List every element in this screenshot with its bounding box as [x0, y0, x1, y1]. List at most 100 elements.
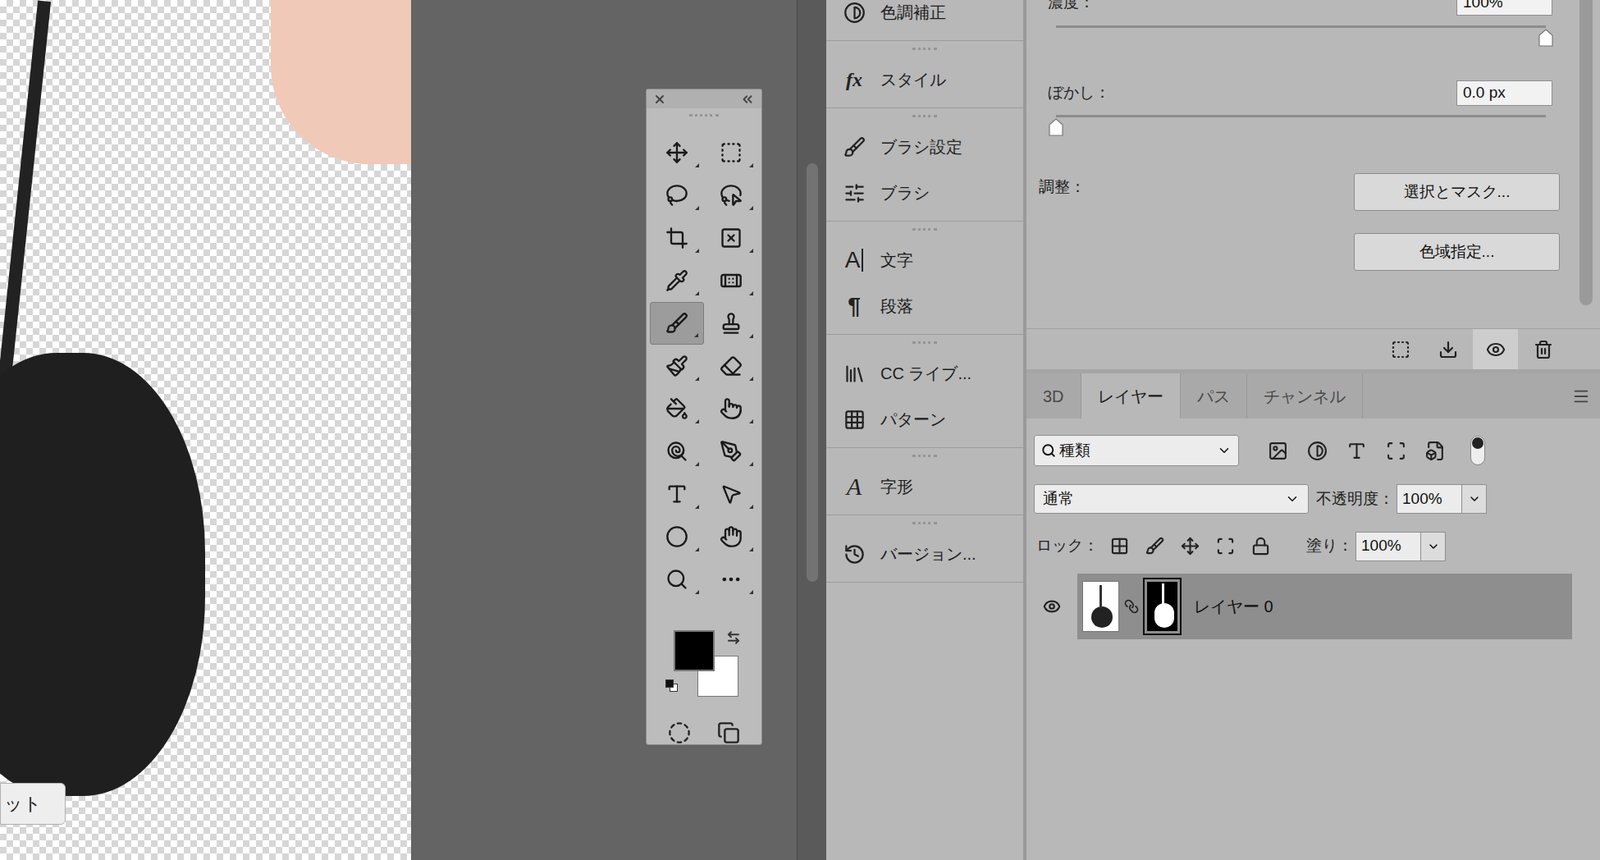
panel-tab[interactable]: レイヤー — [1081, 373, 1181, 419]
panel-label: パターン — [880, 406, 947, 432]
group-grip[interactable] — [826, 334, 1024, 351]
tools-grip[interactable] — [646, 108, 762, 122]
lock-artboard-icon[interactable] — [1216, 536, 1235, 556]
panel-label: ブラシ設定 — [880, 134, 963, 160]
slider-thumb-icon[interactable] — [1538, 28, 1554, 47]
scroll-thumb[interactable] — [806, 163, 819, 582]
footer-button[interactable] — [1472, 329, 1518, 371]
tool-button[interactable] — [649, 173, 704, 217]
tool-button[interactable] — [649, 515, 704, 558]
tool-button[interactable] — [649, 216, 704, 260]
tool-button[interactable] — [704, 301, 759, 345]
tool-button[interactable] — [704, 216, 759, 260]
footer-button[interactable] — [1377, 329, 1423, 371]
scroll-thumb[interactable] — [1579, 0, 1593, 306]
panel-item[interactable]: CC ライブ... — [826, 350, 1024, 397]
photo[interactable]: ット — [0, 0, 412, 860]
footer-button[interactable] — [1425, 329, 1471, 371]
tool-button[interactable] — [704, 387, 759, 430]
swap-colors-icon[interactable] — [726, 630, 741, 645]
default-colors-icon[interactable] — [665, 679, 679, 693]
more-icon — [719, 567, 743, 591]
close-icon[interactable] — [653, 92, 667, 106]
quick-mask-icon[interactable] — [667, 721, 691, 745]
adjustment-filter-icon[interactable] — [1307, 440, 1328, 462]
density-field[interactable]: 100% — [1456, 0, 1553, 16]
feather-slider[interactable] — [1056, 114, 1546, 118]
tool-button[interactable] — [649, 131, 704, 174]
screen-mode-icon[interactable] — [717, 721, 741, 745]
link-icon[interactable] — [1124, 598, 1139, 614]
density-slider[interactable] — [1056, 25, 1546, 28]
stamp-icon — [719, 311, 743, 335]
visibility-icon[interactable] — [1042, 597, 1061, 616]
tool-button[interactable] — [649, 301, 704, 345]
fill-field[interactable]: 100% — [1355, 531, 1446, 562]
group-grip[interactable] — [826, 108, 1024, 124]
tool-button[interactable] — [704, 557, 759, 601]
panel-tab[interactable]: 3D — [1026, 373, 1082, 419]
layer-name[interactable]: レイヤー 0 — [1193, 594, 1274, 619]
panel-item[interactable]: バージョン... — [826, 530, 1024, 577]
opacity-field[interactable]: 100% — [1396, 484, 1487, 514]
tool-button[interactable] — [649, 557, 704, 601]
filter-dropdown[interactable]: 種類 — [1033, 434, 1239, 467]
group-grip[interactable] — [826, 448, 1024, 464]
slider-thumb-icon[interactable] — [1048, 118, 1064, 137]
panel-item[interactable]: ブラシ — [826, 169, 1024, 216]
layer-row[interactable]: レイヤー 0 — [1026, 573, 1600, 640]
foreground-color[interactable] — [673, 630, 715, 672]
group-grip[interactable] — [826, 221, 1024, 238]
tool-button[interactable] — [649, 344, 704, 388]
shape-filter-icon[interactable] — [1385, 440, 1407, 462]
footer-button[interactable] — [1520, 329, 1566, 371]
panel-tab[interactable]: パス — [1180, 373, 1248, 419]
smart-object-filter-icon[interactable] — [1425, 440, 1446, 462]
tool-button[interactable] — [649, 429, 704, 473]
panel-group: 色調補正 — [826, 0, 1024, 42]
tool-button[interactable] — [704, 259, 759, 302]
crop-icon — [665, 226, 689, 250]
filter-toggle[interactable] — [1470, 435, 1486, 466]
mask-thumbnail[interactable] — [1142, 577, 1182, 636]
collapse-icon[interactable] — [740, 91, 755, 107]
tool-button[interactable] — [649, 259, 704, 302]
tool-button[interactable] — [704, 472, 759, 516]
chevron-icon — [1284, 491, 1300, 507]
tool-button[interactable] — [704, 515, 759, 558]
tool-button[interactable] — [704, 173, 759, 217]
pixel-filter-icon[interactable] — [1267, 440, 1289, 462]
panel-item[interactable]: パターン — [826, 396, 1024, 443]
blend-row: 通常不透明度：100% — [1026, 484, 1600, 514]
lock-transparent-icon[interactable] — [1110, 536, 1130, 556]
tool-button[interactable] — [649, 472, 704, 516]
panel-tab[interactable]: チャンネル — [1247, 373, 1363, 419]
tool-button[interactable] — [704, 429, 759, 473]
panel-item[interactable]: ブラシ設定 — [826, 123, 1024, 170]
layer-thumbnail[interactable] — [1082, 580, 1120, 632]
dodge-icon — [665, 439, 689, 463]
blend-mode-dropdown[interactable]: 通常 — [1033, 484, 1309, 514]
panel-item[interactable]: 色調補正 — [826, 0, 1024, 36]
tool-button[interactable] — [704, 344, 759, 388]
lock-pixels-icon[interactable] — [1145, 536, 1165, 556]
panel-label: CC ライブ... — [880, 361, 972, 386]
adjust-button[interactable]: 色域指定... — [1353, 233, 1560, 271]
lock-all-icon[interactable] — [1251, 536, 1271, 556]
tools-panel[interactable] — [645, 88, 763, 746]
search-icon — [1041, 443, 1056, 458]
panel-item[interactable]: fxスタイル — [826, 56, 1024, 103]
lock-position-icon[interactable] — [1180, 536, 1200, 556]
tool-button[interactable] — [649, 387, 704, 430]
panel-menu-icon[interactable] — [1572, 387, 1591, 406]
tool-button[interactable] — [704, 131, 759, 174]
feather-field[interactable]: 0.0 px — [1456, 80, 1553, 106]
panel-item[interactable]: A字形 — [826, 463, 1024, 510]
group-grip[interactable] — [826, 41, 1024, 57]
group-grip[interactable] — [826, 515, 1024, 531]
panel-item[interactable]: ¶段落 — [826, 283, 1024, 330]
type-filter-icon[interactable] — [1346, 440, 1367, 462]
brush-icon — [665, 311, 689, 335]
panel-item[interactable]: A文字 — [826, 237, 1024, 284]
adjust-button[interactable]: 選択とマスク... — [1353, 173, 1560, 211]
